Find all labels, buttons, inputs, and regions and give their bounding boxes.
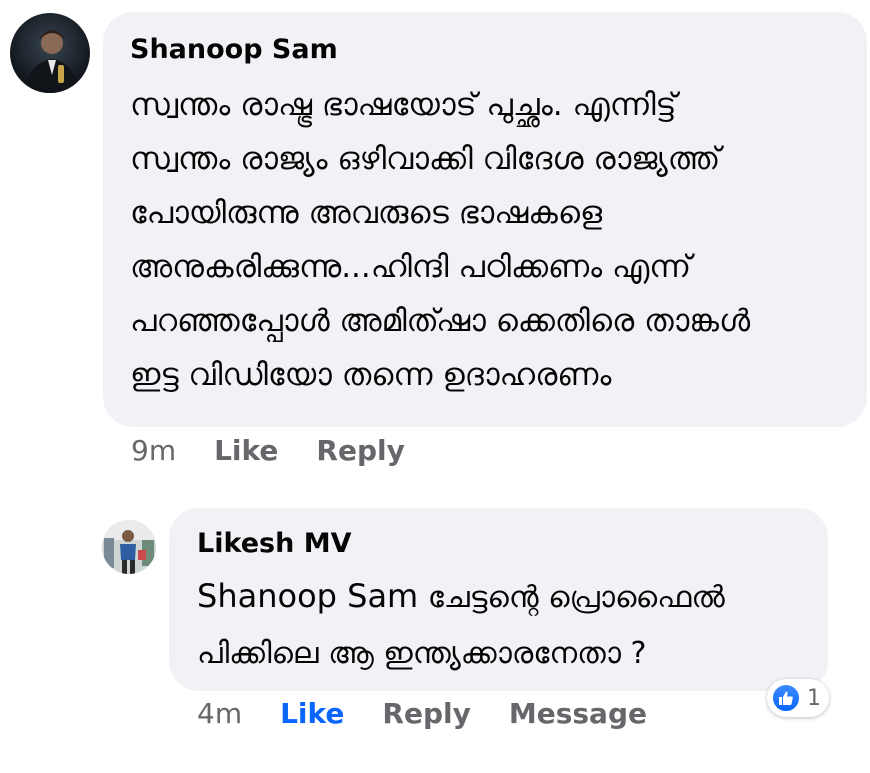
comment-line: പോയിരുന്നു അവരുടെ ഭാഷകളെ (130, 195, 603, 231)
profile-photo-icon (102, 520, 156, 574)
avatar[interactable] (10, 13, 90, 93)
reply-line-text: ചേട്ടന്റെ പ്രൊഫൈൽ (418, 580, 725, 615)
like-button[interactable]: Like (280, 697, 344, 730)
profile-photo-icon (10, 13, 90, 93)
reaction-count: 1 (807, 685, 821, 711)
reaction-badge[interactable]: 1 (767, 679, 829, 717)
reply-author[interactable]: Likesh MV (197, 528, 351, 559)
comment-author[interactable]: Shanoop Sam (130, 34, 338, 65)
avatar[interactable] (102, 520, 156, 574)
comment-bubble: Shanoop Sam സ്വന്തം രാഷ്ട്ര ഭാഷയോട് പുച്… (103, 12, 867, 427)
reply-timestamp[interactable]: 4m (197, 697, 242, 730)
reply-button[interactable]: Reply (316, 434, 404, 467)
comment-text: സ്വന്തം രാഷ്ട്ര ഭാഷയോട് പുച്ഛം. എന്നിട്ട… (130, 78, 750, 402)
comment-line: സ്വന്തം രാഷ്ട്ര ഭാഷയോട് പുച്ഛം. എന്നിട്ട… (130, 87, 677, 123)
thumbs-up-icon (771, 683, 801, 713)
comment-timestamp[interactable]: 9m (131, 434, 176, 467)
reply-bubble: Likesh MV Shanoop Sam ചേട്ടന്റെ പ്രൊഫൈൽ … (169, 508, 828, 691)
message-button[interactable]: Message (509, 697, 647, 730)
reply-line: Shanoop Sam ചേട്ടന്റെ പ്രൊഫൈൽ (197, 568, 725, 626)
comment-line: ഇട്ട വിഡിയോ തന്നെ ഉദാഹരണം (130, 357, 612, 393)
reply-text: Shanoop Sam ചേട്ടന്റെ പ്രൊഫൈൽ പിക്കിലെ ആ… (197, 568, 725, 682)
reply-line: പിക്കിലെ ആ ഇന്ത്യക്കാരനേതാ ? (197, 636, 647, 671)
reply-button[interactable]: Reply (382, 697, 470, 730)
reply-actions: 4m Like Reply Message (197, 697, 647, 730)
comment-line: അനുകരിക്കുന്നു...ഹിന്ദി പഠിക്കണം എന്ന് (130, 249, 692, 285)
like-button[interactable]: Like (214, 434, 278, 467)
mention-link[interactable]: Shanoop Sam (197, 577, 418, 615)
comment-actions: 9m Like Reply (131, 434, 405, 467)
comment-line: സ്വന്തം രാജ്യം ഒഴിവാക്കി വിദേശ രാജ്യത്ത് (130, 141, 721, 177)
comment-line: പറഞ്ഞപ്പോൾ അമിത്ഷാ ക്കെതിരെ താങ്കൾ (130, 303, 751, 339)
